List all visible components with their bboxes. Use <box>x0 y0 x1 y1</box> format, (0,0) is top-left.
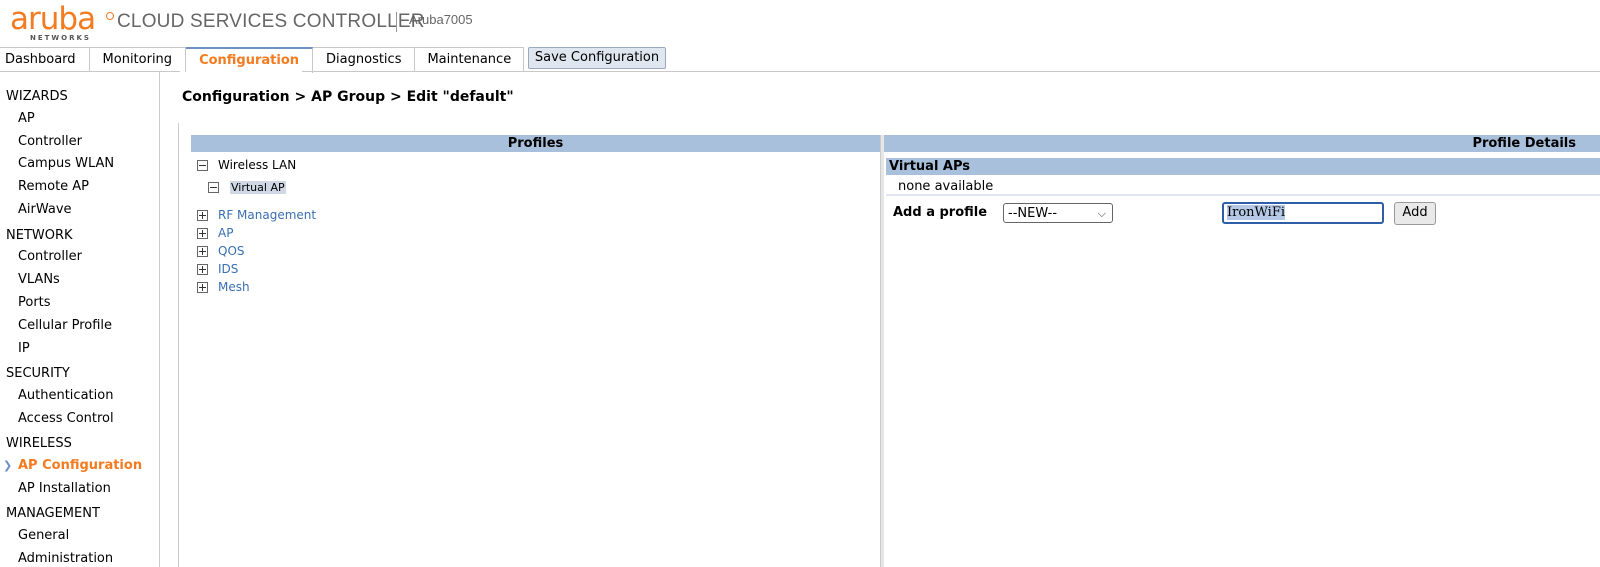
expand-icon[interactable] <box>197 264 208 275</box>
tree-item-qos[interactable]: QOS <box>218 244 245 258</box>
save-configuration-button[interactable]: Save Configuration <box>528 47 666 69</box>
sidebar-item-network-controller[interactable]: Controller <box>18 249 82 264</box>
aruba-logo: aruba NETWORKS <box>10 1 114 42</box>
virtual-aps-empty: none available <box>886 177 1600 196</box>
collapse-icon[interactable] <box>197 160 208 171</box>
chevron-right-icon: ❯ <box>3 459 13 472</box>
sidebar-section-security: SECURITY <box>6 366 70 381</box>
main-tabs: Dashboard Monitoring Configuration Diagn… <box>0 47 525 73</box>
expand-icon[interactable] <box>197 210 208 221</box>
logo-subtitle: NETWORKS <box>30 34 91 42</box>
sidebar-item-access-control[interactable]: Access Control <box>18 411 114 426</box>
sidebar-item-ap-configuration[interactable]: AP Configuration <box>18 458 142 473</box>
sidebar-item-airwave[interactable]: AirWave <box>18 202 72 217</box>
title-separator <box>396 12 397 32</box>
sidebar-nav: WIZARDS AP Controller Campus WLAN Remote… <box>0 72 160 567</box>
tree-item-ids[interactable]: IDS <box>218 262 238 276</box>
tab-diagnostics[interactable]: Diagnostics <box>313 47 416 72</box>
tree-item-mesh[interactable]: Mesh <box>218 280 250 294</box>
tab-monitoring[interactable]: Monitoring <box>89 47 187 72</box>
expand-icon[interactable] <box>197 282 208 293</box>
sidebar-item-cellular-profile[interactable]: Cellular Profile <box>18 318 112 333</box>
sidebar-item-remote-ap[interactable]: Remote AP <box>18 179 89 194</box>
add-profile-label: Add a profile <box>893 205 988 220</box>
sidebar-item-wizard-ap[interactable]: AP <box>18 111 35 126</box>
chevron-down-icon: ⌵ <box>1097 207 1106 220</box>
profiles-panel-header: Profiles <box>191 135 880 152</box>
content-frame-border <box>178 123 179 567</box>
tree-item-ap[interactable]: AP <box>218 226 233 240</box>
app-header: aruba NETWORKS CLOUD SERVICES CONTROLLER… <box>0 0 1600 46</box>
sidebar-item-ip[interactable]: IP <box>18 341 30 356</box>
sidebar-section-management: MANAGEMENT <box>6 506 100 521</box>
tree-item-rf-management[interactable]: RF Management <box>218 208 316 222</box>
panel-divider[interactable] <box>880 135 884 567</box>
breadcrumb: Configuration > AP Group > Edit "default… <box>182 89 514 105</box>
sidebar-item-ports[interactable]: Ports <box>18 295 51 310</box>
sidebar-item-general[interactable]: General <box>18 528 69 543</box>
collapse-icon[interactable] <box>208 182 219 193</box>
sidebar-item-authentication[interactable]: Authentication <box>18 388 113 403</box>
tree-item-virtual-ap[interactable]: Virtual AP <box>230 181 286 194</box>
tab-maintenance[interactable]: Maintenance <box>415 47 525 72</box>
profile-name-value: IronWiFi <box>1227 205 1286 220</box>
tree-item-wireless-lan[interactable]: Wireless LAN <box>218 158 296 172</box>
expand-icon[interactable] <box>197 246 208 257</box>
profile-details-header: Profile Details <box>883 135 1600 152</box>
tab-underline-right <box>302 71 1600 72</box>
device-name: Aruba7005 <box>409 12 473 27</box>
add-profile-button[interactable]: Add <box>1394 202 1436 225</box>
sidebar-section-wireless: WIRELESS <box>6 436 72 451</box>
logo-wordmark: aruba <box>10 1 96 37</box>
sidebar-section-network: NETWORK <box>6 228 73 243</box>
app-title: CLOUD SERVICES CONTROLLER <box>117 11 425 32</box>
virtual-aps-header: Virtual APs <box>886 158 1600 175</box>
tab-dashboard[interactable]: Dashboard <box>0 47 90 72</box>
profile-select-value: --NEW-- <box>1008 206 1058 221</box>
profile-name-input[interactable]: IronWiFi <box>1222 202 1384 224</box>
profile-select[interactable]: --NEW-- ⌵ <box>1003 203 1113 223</box>
tab-configuration[interactable]: Configuration <box>186 47 314 73</box>
sidebar-item-administration[interactable]: Administration <box>18 551 113 566</box>
expand-icon[interactable] <box>197 228 208 239</box>
sidebar-section-wizards: WIZARDS <box>6 89 68 104</box>
sidebar-item-wizard-controller[interactable]: Controller <box>18 134 82 149</box>
logo-dot <box>106 12 114 20</box>
sidebar-item-ap-installation[interactable]: AP Installation <box>18 481 111 496</box>
sidebar-item-vlans[interactable]: VLANs <box>18 272 60 287</box>
sidebar-item-campus-wlan[interactable]: Campus WLAN <box>18 156 114 171</box>
